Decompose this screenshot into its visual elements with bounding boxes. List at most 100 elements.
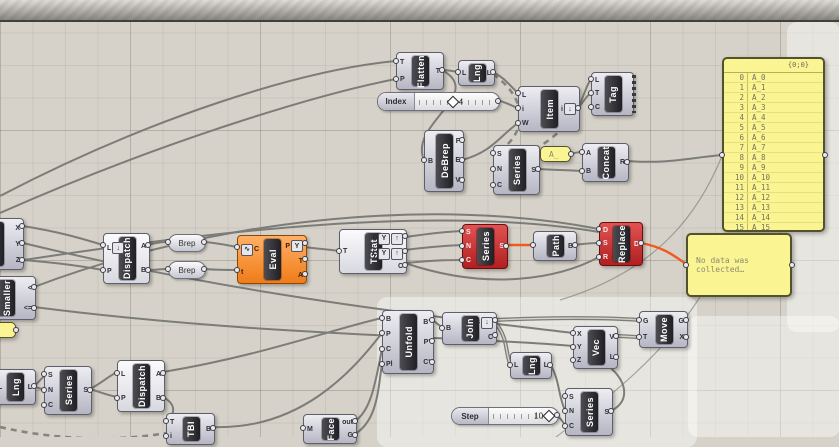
lng-top-input-port[interactable]: [455, 69, 461, 75]
debrep-output-port[interactable]: [459, 157, 465, 163]
concat-output-port[interactable]: [624, 159, 630, 165]
data-panel[interactable]: {0;0}0A_01A_12A_23A_34A_45A_56A_67A_78A_…: [722, 57, 825, 232]
path-output-port[interactable]: [572, 242, 578, 248]
move-component[interactable]: MoveGTGX: [639, 311, 688, 348]
item-output-port[interactable]: [575, 105, 581, 111]
brep-2-input-port[interactable]: [165, 266, 171, 272]
concat-input-port[interactable]: [579, 168, 585, 174]
smaller-output-port[interactable]: [31, 305, 37, 311]
flatten-output-port[interactable]: [439, 67, 445, 73]
replace-output-port[interactable]: [638, 240, 644, 246]
path-input-port[interactable]: [530, 242, 536, 248]
vec-input-port[interactable]: [570, 330, 576, 336]
tbi-component[interactable]: TBITiB: [166, 413, 215, 445]
item-component[interactable]: ItemLiWi↓: [518, 86, 580, 132]
replace-input-port[interactable]: [596, 226, 602, 232]
brep-2-output-port[interactable]: [201, 266, 207, 272]
series-bottom-output-port[interactable]: [608, 408, 614, 414]
face-component[interactable]: FaceMoutG: [303, 414, 357, 444]
replace-component[interactable]: ReplaceDSRD: [599, 222, 643, 266]
dispatch-mid-input-port[interactable]: [100, 267, 106, 273]
index-slider-grip[interactable]: [446, 95, 459, 108]
debrep-component[interactable]: DeBrepBFEV: [424, 130, 464, 192]
series-bottom-input-port[interactable]: [562, 393, 568, 399]
join-input-port[interactable]: [439, 325, 445, 331]
dispatch-bottom-input-port[interactable]: [114, 395, 120, 401]
deconstruct-left-output-port[interactable]: [19, 240, 25, 246]
series-top-component[interactable]: SeriesSNCS: [493, 145, 540, 195]
flatten-input-port[interactable]: [393, 76, 399, 82]
lng-mid-input-port[interactable]: [507, 362, 513, 368]
tag-input-port[interactable]: [588, 76, 594, 82]
lng-top-output-port[interactable]: [490, 69, 496, 75]
tag-component[interactable]: TagLTC: [591, 72, 634, 116]
move-input-port[interactable]: [636, 317, 642, 323]
dispatch-bottom-input-port[interactable]: [114, 370, 120, 376]
lng-left-output-port[interactable]: [31, 383, 37, 389]
index-slider-output-port[interactable]: [495, 98, 501, 104]
series-mid-input-port[interactable]: [459, 243, 465, 249]
data-panel-output-port[interactable]: [822, 152, 828, 158]
series-left-component[interactable]: SeriesSNCS: [44, 366, 92, 415]
debrep-input-port[interactable]: [421, 157, 427, 163]
tstat-component[interactable]: TStatTPY↑LY↑C: [339, 229, 407, 274]
dispatch-mid-output-port[interactable]: [145, 267, 151, 273]
unfold-input-port[interactable]: [379, 315, 385, 321]
tstat-output-port[interactable]: [402, 248, 408, 254]
series-mid-output-port[interactable]: [503, 243, 509, 249]
dispatch-bottom-output-port[interactable]: [160, 395, 166, 401]
tstat-output-port[interactable]: [402, 262, 408, 268]
vec-component[interactable]: VecXYZVL: [573, 326, 618, 369]
eval-output-port[interactable]: [302, 256, 308, 262]
replace-input-port[interactable]: [596, 254, 602, 260]
lng-mid-component[interactable]: LngLL: [510, 352, 552, 379]
join-output-port[interactable]: [492, 317, 498, 323]
debrep-output-port[interactable]: [459, 177, 465, 183]
prefix-panel-output-port[interactable]: [568, 151, 574, 157]
prefix-panel[interactable]: A_: [540, 146, 571, 162]
step-slider-track[interactable]: 10: [489, 408, 558, 424]
eval-input-port[interactable]: [234, 244, 240, 250]
flatten-input-port[interactable]: [393, 58, 399, 64]
item-input-port[interactable]: [515, 120, 521, 126]
series-bottom-input-port[interactable]: [562, 408, 568, 414]
flatten-component[interactable]: FlattenTPT: [396, 52, 444, 90]
dispatch-bottom-output-port[interactable]: [160, 370, 166, 376]
series-left-output-port[interactable]: [87, 387, 93, 393]
unfold-input-port[interactable]: [379, 346, 385, 352]
join-component[interactable]: JoinBB↓C: [442, 312, 497, 345]
face-output-port[interactable]: [352, 432, 358, 438]
tbi-input-port[interactable]: [163, 418, 169, 424]
tag-input-port[interactable]: [588, 104, 594, 110]
smaller-component[interactable]: Smaller<<=: [0, 276, 36, 320]
step-slider-output-port[interactable]: [554, 412, 560, 418]
tstat-input-port[interactable]: [336, 248, 342, 254]
series-top-input-port[interactable]: [490, 182, 496, 188]
deconstruct-left-output-port[interactable]: [19, 257, 25, 263]
concat-component[interactable]: ConcatABR: [582, 143, 629, 182]
vec-input-port[interactable]: [570, 344, 576, 350]
eval-component[interactable]: Eval∿CtPYTA: [237, 235, 307, 284]
lng-mid-output-port[interactable]: [547, 362, 553, 368]
index-slider[interactable]: Index4: [377, 92, 500, 111]
dispatch-mid-component[interactable]: DispatchL↓PAB: [103, 233, 150, 284]
step-slider[interactable]: Step10: [451, 407, 559, 425]
tbi-input-port[interactable]: [163, 433, 169, 439]
item-input-port[interactable]: [515, 105, 521, 111]
unfold-output-port[interactable]: [429, 338, 435, 344]
panel-fragment-output-port[interactable]: [13, 327, 19, 333]
series-top-input-port[interactable]: [490, 166, 496, 172]
debrep-output-port[interactable]: [459, 137, 465, 143]
note-panel-output-port[interactable]: [789, 262, 795, 268]
note-panel[interactable]: No data was collected…: [686, 233, 792, 297]
unfold-component[interactable]: UnfoldBPCPlB'P'C': [382, 310, 434, 374]
series-left-input-port[interactable]: [41, 371, 47, 377]
face-input-port[interactable]: [300, 425, 306, 431]
move-output-port[interactable]: [683, 317, 689, 323]
unfold-output-port[interactable]: [429, 359, 435, 365]
note-panel-input-port[interactable]: [683, 262, 689, 268]
brep-1-input-port[interactable]: [165, 239, 171, 245]
face-output-port[interactable]: [352, 418, 358, 424]
index-slider-track[interactable]: 4: [415, 93, 499, 110]
data-panel-input-port[interactable]: [719, 152, 725, 158]
